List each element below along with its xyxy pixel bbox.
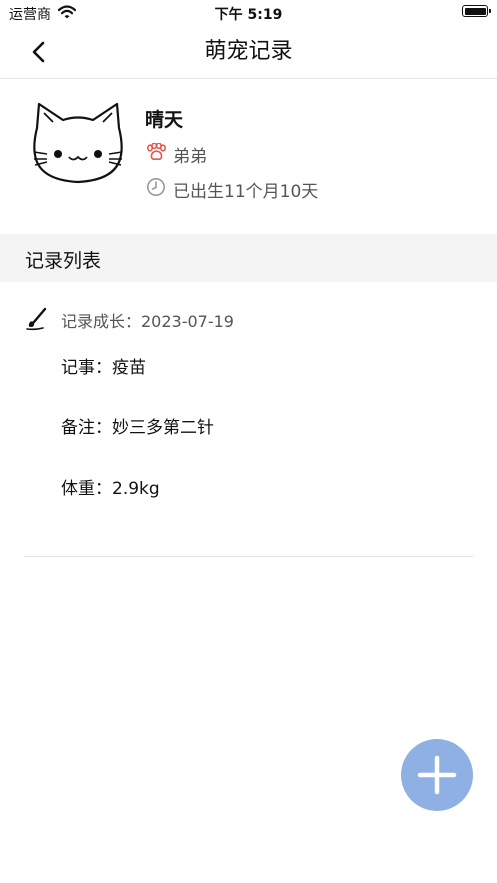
paw-icon bbox=[146, 142, 167, 166]
navigation-bar: 萌宠记录 bbox=[0, 26, 497, 79]
add-record-button[interactable] bbox=[401, 739, 473, 811]
record-divider bbox=[24, 556, 473, 557]
record-note: 备注：妙三多第二针 bbox=[61, 418, 214, 438]
record-list-header: 记录列表 bbox=[0, 234, 497, 282]
cat-avatar-icon[interactable] bbox=[33, 100, 123, 184]
age-row: 已出生11个月10天 bbox=[146, 177, 318, 202]
battery-icon bbox=[462, 5, 491, 17]
status-time: 下午 5:19 bbox=[214, 7, 283, 23]
pet-gender: 弟弟 bbox=[173, 147, 207, 167]
clock-icon bbox=[146, 177, 166, 202]
page-title: 萌宠记录 bbox=[204, 39, 293, 64]
pet-name: 晴天 bbox=[145, 109, 184, 131]
gender-row: 弟弟 bbox=[146, 142, 207, 167]
pet-profile-card: 晴天 弟弟 已出生11个月10天 bbox=[0, 79, 497, 234]
pet-age: 已出生11个月10天 bbox=[173, 182, 319, 202]
record-item[interactable]: 记录成长：2023-07-19 记事：疫苗 备注：妙三多第二针 体重：2.9kg bbox=[0, 282, 497, 558]
section-title: 记录列表 bbox=[25, 250, 102, 272]
pen-icon bbox=[25, 307, 47, 331]
record-date: 记录成长：2023-07-19 bbox=[61, 312, 234, 331]
record-weight: 体重：2.9kg bbox=[61, 479, 160, 499]
status-bar: 运营商 下午 5:19 bbox=[0, 0, 497, 26]
plus-icon bbox=[417, 755, 457, 795]
record-event: 记事：疫苗 bbox=[61, 358, 146, 378]
